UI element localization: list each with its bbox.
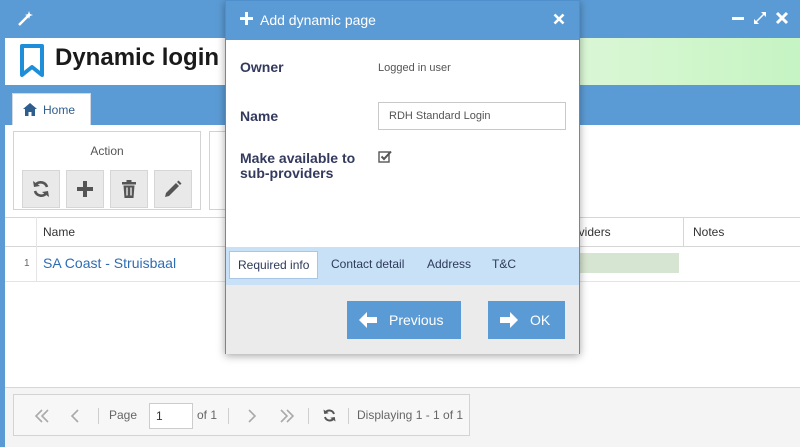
owner-label: Owner: [240, 59, 284, 75]
maximize-icon[interactable]: [752, 10, 768, 26]
pager-divider: [348, 408, 349, 424]
name-field[interactable]: [378, 102, 566, 130]
close-icon[interactable]: [553, 13, 565, 25]
previous-button[interactable]: Previous: [347, 301, 461, 339]
row-name-link[interactable]: SA Coast - Struisbaal: [43, 255, 176, 271]
minimize-icon[interactable]: [730, 10, 746, 26]
ok-label: OK: [530, 312, 551, 328]
available-label-line1: Make available to: [240, 150, 356, 166]
pager-divider: [98, 408, 99, 424]
add-button[interactable]: [66, 170, 104, 208]
page-title: Dynamic login p: [55, 44, 241, 71]
available-label: Make available to sub-providers: [240, 151, 355, 181]
refresh-icon[interactable]: [322, 408, 337, 423]
action-group: Action: [13, 131, 201, 210]
name-label: Name: [240, 108, 279, 124]
tab-home[interactable]: Home: [12, 93, 91, 125]
delete-button[interactable]: [110, 170, 148, 208]
plus-icon: [240, 12, 253, 25]
tab-required-info[interactable]: Required info: [229, 251, 319, 279]
refresh-icon: [33, 181, 49, 197]
edit-icon: [165, 180, 182, 197]
magic-wand-icon[interactable]: [16, 10, 34, 28]
pager-divider: [228, 408, 229, 424]
tab-terms[interactable]: T&C: [484, 251, 524, 279]
last-page-icon[interactable]: [279, 409, 295, 423]
prev-page-icon[interactable]: [70, 409, 80, 423]
column-header-name[interactable]: Name: [43, 225, 75, 239]
ok-button[interactable]: OK: [488, 301, 565, 339]
bookmark-logo-icon: [20, 44, 44, 77]
close-icon[interactable]: [774, 10, 790, 26]
row-number: 1: [24, 258, 30, 269]
dialog-footer: Previous OK: [226, 285, 579, 354]
add-dynamic-page-dialog: Add dynamic page Owner Logged in user Na…: [225, 0, 580, 354]
displaying-status: Displaying 1 - 1 of 1: [357, 408, 464, 422]
first-page-icon[interactable]: [34, 409, 50, 423]
dialog-title: Add dynamic page: [260, 12, 376, 28]
owner-value: Logged in user: [378, 62, 451, 74]
arrow-left-icon: [359, 312, 377, 328]
tab-home-label: Home: [43, 102, 76, 117]
page-number-input[interactable]: [149, 403, 193, 429]
next-page-icon[interactable]: [247, 409, 257, 423]
dialog-tab-strip: Required info Contact detail Address T&C: [226, 247, 579, 285]
available-label-line2: sub-providers: [240, 165, 334, 181]
previous-label: Previous: [389, 312, 444, 328]
page-count-label: of 1: [197, 408, 218, 422]
tab-contact-detail[interactable]: Contact detail: [323, 251, 412, 279]
arrow-right-icon: [500, 312, 518, 328]
trash-icon: [122, 180, 136, 198]
refresh-button[interactable]: [22, 170, 60, 208]
status-badge: s: [573, 253, 679, 273]
add-icon: [77, 181, 93, 197]
page-label: Page: [109, 408, 138, 422]
checkbox-checked-icon[interactable]: [378, 150, 392, 164]
column-divider: [683, 218, 684, 247]
pagination-toolbar: Page of 1 Displaying 1 - 1 o: [13, 394, 470, 436]
dialog-header: Add dynamic page: [226, 1, 579, 40]
tab-address[interactable]: Address: [419, 251, 479, 279]
pager-divider: [308, 408, 309, 424]
home-icon: [23, 103, 37, 116]
pager-area: Page of 1 Displaying 1 - 1 o: [5, 387, 800, 447]
action-group-label: Action: [90, 144, 124, 158]
column-header-notes[interactable]: Notes: [693, 225, 724, 239]
edit-button[interactable]: [154, 170, 192, 208]
